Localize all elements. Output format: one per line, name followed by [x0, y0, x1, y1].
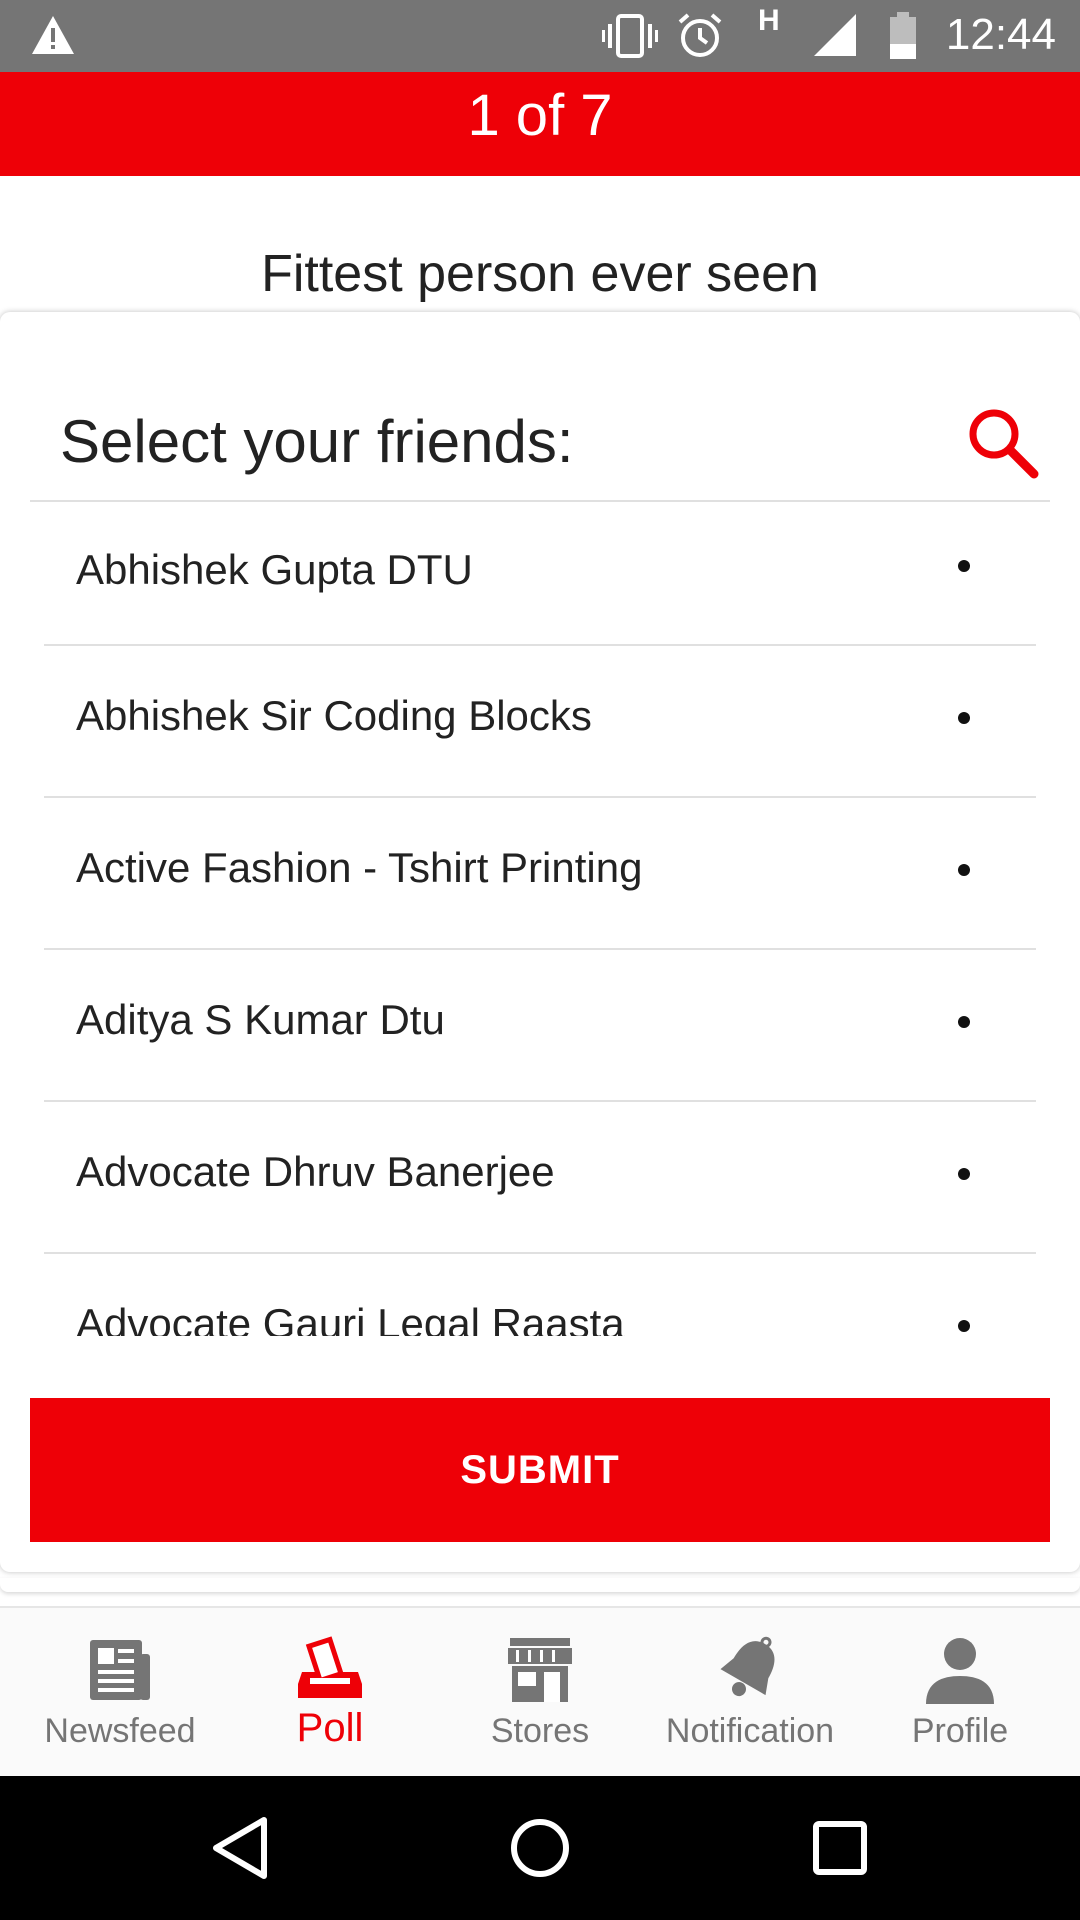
back-icon[interactable]	[204, 1812, 276, 1884]
friend-row[interactable]: Advocate Gauri Legal Raasta	[44, 1254, 1036, 1336]
submit-button[interactable]: SUBMIT	[30, 1398, 1050, 1542]
battery-icon	[890, 12, 916, 59]
search-icon[interactable]	[964, 404, 1040, 480]
select-header: Select your friends:	[30, 402, 1050, 502]
warning-icon	[32, 16, 74, 54]
select-friends-label: Select your friends:	[60, 408, 574, 475]
friend-name: Active Fashion - Tshirt Printing	[76, 844, 643, 891]
friend-row[interactable]: Advocate Dhruv Banerjee	[44, 1102, 1036, 1254]
vibrate-icon	[602, 14, 658, 58]
notification-bell-icon	[720, 1636, 775, 1697]
nav-notification[interactable]: Notification	[650, 1608, 850, 1778]
nav-profile-label: Profile	[911, 1712, 1009, 1750]
alarm-icon	[678, 13, 722, 57]
friend-row[interactable]: Active Fashion - Tshirt Printing	[44, 798, 1036, 950]
select-dot[interactable]	[958, 712, 970, 724]
status-bar: H 12:44	[0, 0, 1080, 72]
nav-stores-label: Stores	[490, 1712, 590, 1750]
nav-poll[interactable]: Poll	[230, 1608, 430, 1778]
select-dot[interactable]	[958, 1016, 970, 1028]
nav-notification-label: Notification	[665, 1712, 835, 1750]
home-icon[interactable]	[504, 1812, 576, 1884]
nav-poll-label: Poll	[296, 1706, 364, 1750]
friend-row[interactable]: Abhishek Gupta DTU	[44, 500, 1036, 646]
stores-icon	[508, 1638, 572, 1702]
bottom-navigation: Newsfeed Poll Stores Notification Profil…	[0, 1606, 1080, 1778]
friend-list[interactable]: Abhishek Gupta DTU Abhishek Sir Coding B…	[44, 500, 1036, 1336]
select-dot[interactable]	[958, 864, 970, 876]
card-stack-edge	[0, 1578, 1080, 1592]
signal-icon	[814, 14, 856, 56]
poll-progress-banner: 1 of 7	[0, 72, 1080, 176]
nav-stores[interactable]: Stores	[440, 1608, 640, 1778]
friend-name: Abhishek Sir Coding Blocks	[76, 692, 592, 739]
poll-question: Fittest person ever seen	[261, 245, 819, 303]
select-dot[interactable]	[958, 1320, 970, 1332]
recents-icon[interactable]	[804, 1812, 876, 1884]
poll-icon	[298, 1636, 362, 1698]
nav-newsfeed[interactable]: Newsfeed	[20, 1608, 220, 1778]
select-dot[interactable]	[958, 1168, 970, 1180]
friend-row[interactable]: Abhishek Sir Coding Blocks	[44, 646, 1036, 798]
nav-newsfeed-label: Newsfeed	[44, 1712, 196, 1750]
system-navigation-bar	[0, 1776, 1080, 1920]
friend-name: Advocate Dhruv Banerjee	[76, 1148, 555, 1195]
friend-name: Abhishek Gupta DTU	[76, 546, 473, 593]
nav-profile[interactable]: Profile	[860, 1608, 1060, 1778]
network-type: H	[758, 4, 780, 37]
friend-name: Aditya S Kumar Dtu	[76, 996, 445, 1043]
friend-name: Advocate Gauri Legal Raasta	[76, 1300, 625, 1336]
select-dot[interactable]	[958, 560, 970, 572]
clock: 12:44	[945, 10, 1056, 59]
newsfeed-icon	[90, 1640, 150, 1700]
friend-row[interactable]: Aditya S Kumar Dtu	[44, 950, 1036, 1102]
profile-icon	[926, 1638, 994, 1704]
friend-select-card: Select your friends: Abhishek Gupta DTU …	[0, 312, 1080, 1572]
